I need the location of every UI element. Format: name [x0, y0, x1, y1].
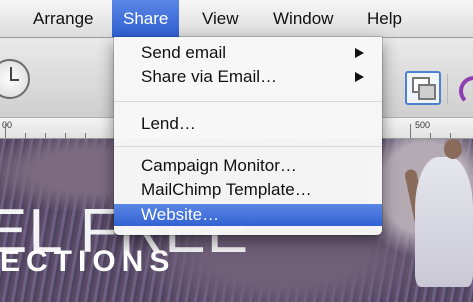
- ruler-tick: [45, 133, 46, 138]
- menu-item-label: Share via Email…: [141, 67, 278, 86]
- clock-hand: [10, 79, 19, 81]
- menu-bar: Arrange Share View Window Help: [0, 0, 473, 38]
- menu-share[interactable]: Share: [112, 0, 180, 37]
- menu-item-label: Lend…: [141, 114, 196, 133]
- photo-person: [444, 139, 462, 159]
- toolbar-divider: [447, 74, 448, 104]
- ruler-tick: [65, 133, 66, 138]
- menu-item-share-via-email[interactable]: Share via Email…: [114, 66, 382, 88]
- menu-view[interactable]: View: [191, 0, 250, 37]
- photo-person: [415, 157, 473, 287]
- menu-item-website[interactable]: Website…: [114, 204, 382, 226]
- menu-item-label: Website…: [141, 205, 220, 224]
- ruler-tick: [5, 124, 6, 138]
- menu-item-send-email[interactable]: Send email: [114, 42, 382, 64]
- menu-window[interactable]: Window: [262, 0, 344, 37]
- ruler-label: 500: [415, 120, 431, 130]
- submenu-arrow-icon: [355, 48, 364, 58]
- menu-item-lend[interactable]: Lend…: [114, 113, 382, 135]
- share-menu-dropdown: Send email Share via Email… Lend… Campai…: [114, 37, 382, 235]
- ruler-tick: [85, 133, 86, 138]
- menu-separator: [114, 101, 382, 102]
- menu-item-label: Send email: [141, 43, 227, 62]
- ruler-tick: [450, 133, 451, 138]
- curve-tool-icon[interactable]: [459, 76, 473, 106]
- arrange-layers-icon[interactable]: [405, 71, 441, 105]
- ruler-tick: [430, 133, 431, 138]
- layer-shape: [418, 84, 436, 100]
- ruler-label: 00: [2, 120, 13, 130]
- ruler-tick: [25, 133, 26, 138]
- menu-item-campaign-monitor[interactable]: Campaign Monitor…: [114, 155, 382, 177]
- menu-separator: [114, 146, 382, 147]
- ruler-tick: [410, 124, 411, 138]
- menu-item-label: MailChimp Template…: [141, 180, 312, 199]
- menu-item-mailchimp-template[interactable]: MailChimp Template…: [114, 179, 382, 201]
- menu-help[interactable]: Help: [356, 0, 413, 37]
- clock-icon[interactable]: [0, 59, 30, 99]
- menu-arrange[interactable]: Arrange: [22, 0, 104, 37]
- menu-item-label: Campaign Monitor…: [141, 156, 297, 175]
- canvas-subline: ECTIONS: [0, 245, 176, 278]
- submenu-arrow-icon: [355, 72, 364, 82]
